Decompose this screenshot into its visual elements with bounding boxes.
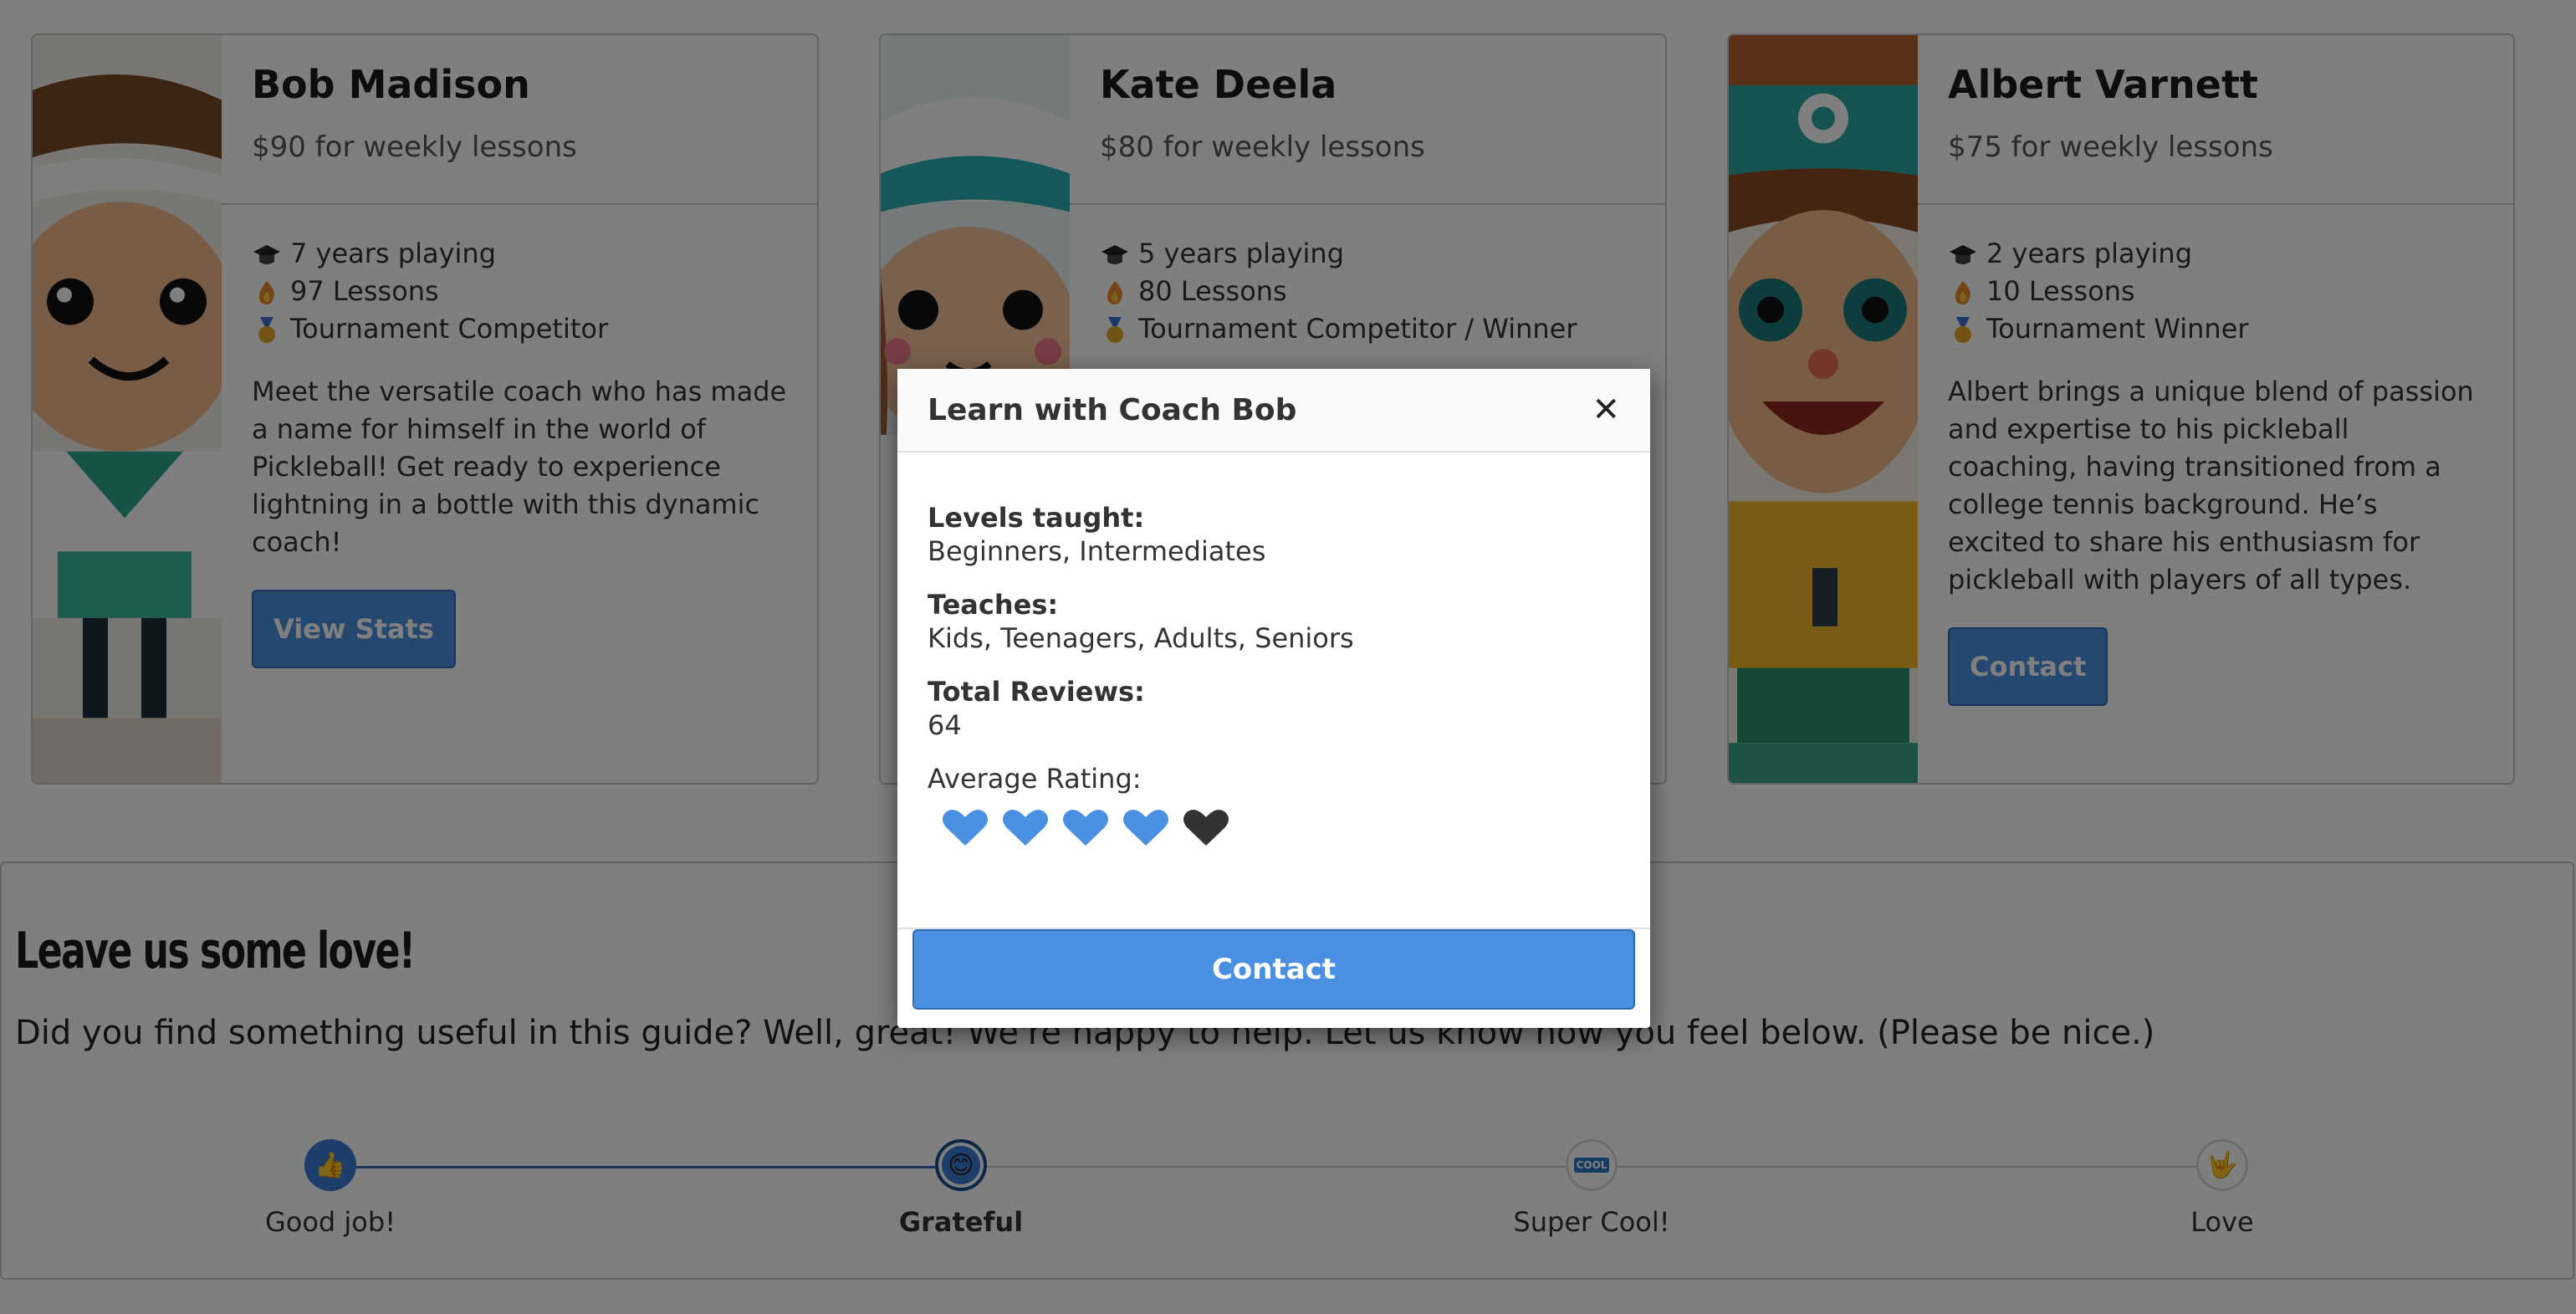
coach-modal: Learn with Coach Bob ✕ Levels taught: Be… — [897, 369, 1650, 1028]
teaches-label: Teaches: — [928, 589, 1059, 621]
levels-field: Levels taught: Beginners, Intermediates — [928, 501, 1620, 568]
levels-label: Levels taught: — [928, 502, 1145, 534]
close-icon[interactable]: ✕ — [1592, 391, 1620, 429]
reviews-value: 64 — [928, 709, 962, 741]
heart-filled-icon — [1063, 810, 1108, 846]
modal-footer: Contact — [897, 928, 1650, 1028]
heart-filled-icon — [1003, 810, 1048, 846]
teaches-field: Teaches: Kids, Teenagers, Adults, Senior… — [928, 588, 1620, 655]
modal-contact-button[interactable]: Contact — [912, 929, 1635, 1010]
rating-label: Average Rating: — [928, 763, 1142, 795]
modal-title: Learn with Coach Bob — [928, 392, 1297, 427]
reviews-field: Total Reviews: 64 — [928, 675, 1620, 742]
rating-hearts — [928, 807, 1620, 849]
reviews-label: Total Reviews: — [928, 676, 1145, 708]
heart-empty-icon — [1183, 810, 1229, 846]
levels-value: Beginners, Intermediates — [928, 535, 1266, 567]
heart-filled-icon — [1123, 810, 1168, 846]
modal-header: Learn with Coach Bob ✕ — [897, 369, 1650, 452]
teaches-value: Kids, Teenagers, Adults, Seniors — [928, 622, 1354, 654]
heart-filled-icon — [943, 810, 988, 846]
